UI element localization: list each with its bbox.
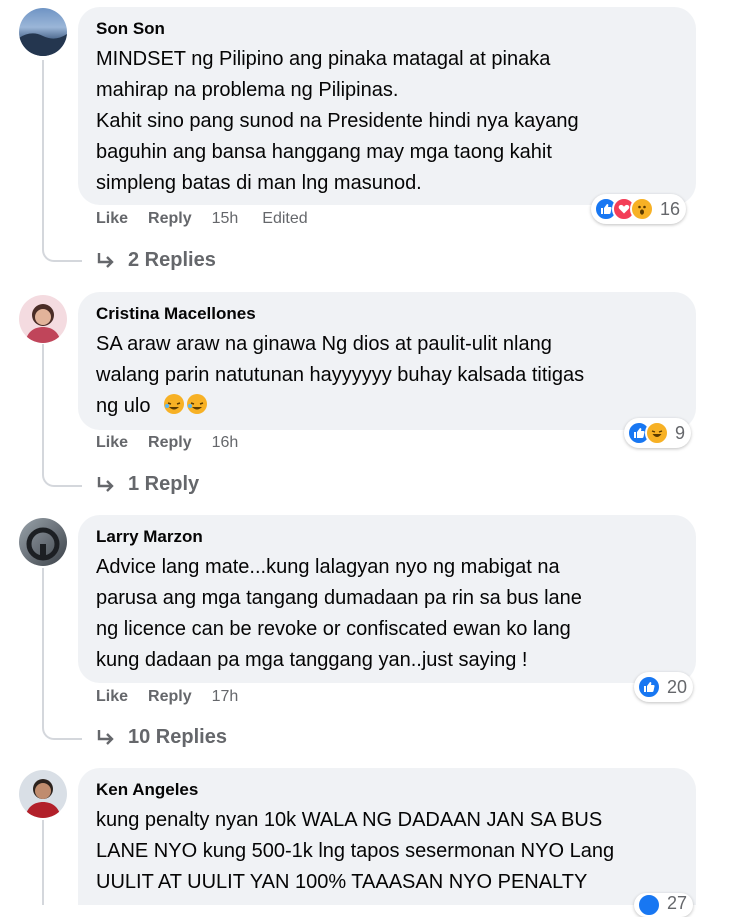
wow-icon	[630, 197, 654, 221]
comment-line: kung penalty nyan 10k WALA NG DADAAN JAN…	[96, 809, 603, 831]
like-icon	[637, 675, 661, 699]
reaction-count: 27	[667, 893, 688, 913]
view-replies-link[interactable]: 1 Reply	[96, 473, 199, 496]
comment-actions: Like Reply 15h Edited	[96, 210, 328, 228]
comment-line: mahirap na problema ng Pilipinas.	[96, 79, 399, 101]
reply-button[interactable]: Reply	[148, 688, 192, 706]
haha-icon	[645, 421, 669, 445]
comment-bubble: Larry Marzon Advice lang mate...kung lal…	[78, 515, 696, 683]
comment-author[interactable]: Cristina Macellones	[96, 304, 678, 324]
replies-count: 10 Replies	[128, 726, 227, 748]
thread-line	[42, 60, 44, 246]
thread-line	[42, 344, 44, 470]
comment-line: Advice lang mate...kung lalagyan nyo ng …	[96, 556, 560, 578]
comment-text: MINDSET ng Pilipino ang pinaka matagal a…	[96, 44, 678, 199]
reply-arrow-icon	[97, 476, 114, 492]
laughing-emoji-icon	[164, 394, 185, 414]
reply-arrow-icon	[97, 729, 114, 745]
avatar-portrait-image	[25, 304, 61, 343]
comment-author[interactable]: Son Son	[96, 19, 678, 39]
comment-line: ng ulo	[96, 395, 151, 417]
thread-line	[42, 820, 44, 905]
comment-line: MINDSET ng Pilipino ang pinaka matagal a…	[96, 48, 551, 70]
comment-actions: Like Reply 17h	[96, 688, 262, 706]
comment-timestamp[interactable]: 17h	[212, 688, 239, 706]
replies-count: 2 Replies	[128, 249, 216, 271]
edited-label: Edited	[262, 210, 308, 227]
comment-line: ng licence can be revoke or confiscated …	[96, 618, 571, 640]
comment-line: kung dadaan pa mga tanggang yan..just sa…	[96, 649, 528, 671]
comment-bubble: Ken Angeles kung penalty nyan 10k WALA N…	[78, 768, 696, 905]
like-button[interactable]: Like	[96, 210, 128, 228]
like-button[interactable]: Like	[96, 688, 128, 706]
avatar[interactable]	[19, 295, 67, 343]
avatar[interactable]	[19, 518, 67, 566]
comment-timestamp[interactable]: 16h	[212, 434, 239, 452]
comment-text: Advice lang mate...kung lalagyan nyo ng …	[96, 552, 678, 676]
comment-line: walang parin natutunan hayyyyyy buhay ka…	[96, 364, 585, 386]
reaction-summary[interactable]: 9	[624, 418, 692, 448]
comment-bubble: Son Son MINDSET ng Pilipino ang pinaka m…	[78, 7, 696, 205]
thread-elbow	[42, 708, 82, 740]
avatar-portrait-image	[25, 779, 61, 818]
comment-text: kung penalty nyan 10k WALA NG DADAAN JAN…	[96, 805, 678, 898]
like-icon	[637, 893, 661, 917]
laughing-emoji-icon	[187, 394, 208, 414]
view-replies-link[interactable]: 2 Replies	[96, 249, 216, 272]
comment-author[interactable]: Larry Marzon	[96, 527, 678, 547]
reaction-count: 16	[660, 198, 681, 219]
comment-timestamp[interactable]: 15h	[212, 210, 239, 228]
avatar[interactable]	[19, 8, 67, 56]
avatar[interactable]	[19, 770, 67, 818]
avatar-landscape-image	[19, 33, 67, 56]
reaction-summary[interactable]: 27	[634, 893, 694, 917]
comment-bubble: Cristina Macellones SA araw araw na gina…	[78, 292, 696, 430]
comment-text: SA araw araw na ginawa Ng dios at paulit…	[96, 329, 678, 422]
comment-line: Kahit sino pang sunod na Presidente hind…	[96, 110, 579, 132]
reply-button[interactable]: Reply	[148, 210, 192, 228]
reply-arrow-icon	[97, 252, 114, 268]
comment-line: UULIT AT UULIT YAN 100% TAAASAN NYO PENA…	[96, 871, 588, 893]
reaction-summary[interactable]: 16	[591, 194, 687, 224]
comment-line: baguhin ang bansa hanggang may mga taong…	[96, 141, 552, 163]
comment-author[interactable]: Ken Angeles	[96, 780, 678, 800]
like-button[interactable]: Like	[96, 434, 128, 452]
avatar-photo-image	[26, 527, 60, 561]
thread-elbow	[42, 230, 82, 262]
comment-line: simpleng batas di man lng masunod.	[96, 172, 422, 194]
reaction-count: 20	[667, 676, 688, 697]
reaction-summary[interactable]: 20	[634, 672, 694, 702]
comment-actions: Like Reply 16h	[96, 434, 262, 452]
thread-line	[42, 568, 44, 724]
reaction-count: 9	[675, 422, 686, 443]
reply-button[interactable]: Reply	[148, 434, 192, 452]
comment-line: LANE NYO kung 500-1k lng tapos sesermona…	[96, 840, 615, 862]
view-replies-link[interactable]: 10 Replies	[96, 726, 227, 749]
comment-line: parusa ang mga tangang dumadaan pa rin s…	[96, 587, 582, 609]
comment-line: SA araw araw na ginawa Ng dios at paulit…	[96, 333, 552, 355]
replies-count: 1 Reply	[128, 473, 200, 495]
thread-elbow	[42, 455, 82, 487]
